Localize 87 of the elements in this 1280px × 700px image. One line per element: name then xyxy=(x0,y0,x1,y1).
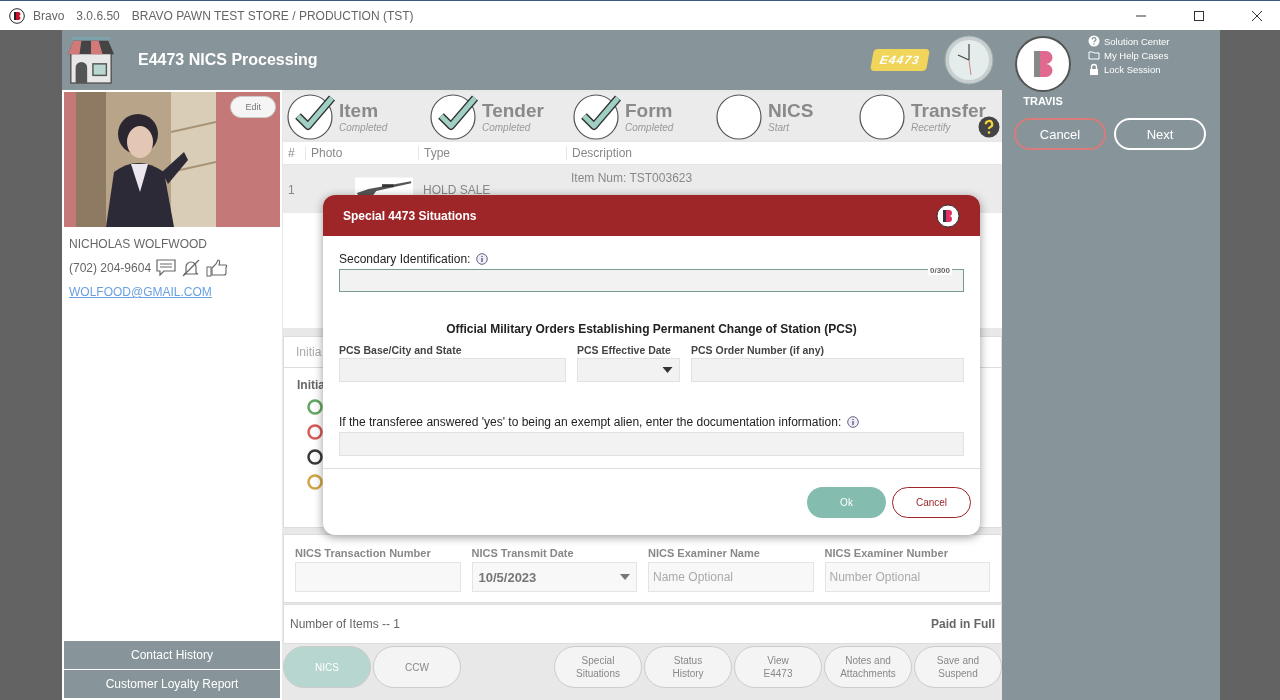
logo-icon xyxy=(936,203,960,228)
info-icon[interactable] xyxy=(476,253,489,265)
user-avatar-icon xyxy=(1014,35,1072,93)
column-header: # xyxy=(287,146,296,160)
mode-button[interactable]: NICS xyxy=(283,646,371,688)
chat-icon[interactable] xyxy=(156,259,177,277)
step-title: Transfer xyxy=(911,99,986,122)
app-name: Bravo xyxy=(33,8,65,23)
user-name: TRAVIS xyxy=(1023,95,1063,107)
field-label: NICS Examiner Number xyxy=(824,547,949,559)
clock-icon xyxy=(944,35,994,85)
table-cell-text: HOLD SALE xyxy=(422,182,492,197)
store-name: BRAVO PAWN TEST STORE / PRODUCTION (TST) xyxy=(131,8,414,23)
close-icon[interactable] xyxy=(1251,9,1263,22)
folder-icon xyxy=(1088,49,1100,61)
e4473-badge: E4473 xyxy=(870,49,930,71)
cancel-button[interactable]: Cancel xyxy=(892,486,971,518)
help-menu-link[interactable]: My Help Cases xyxy=(1088,49,1170,61)
column-header: Description xyxy=(566,146,1002,160)
ok-button[interactable]: Ok xyxy=(807,486,886,518)
step-status: Recertify xyxy=(911,121,952,133)
action-button[interactable]: Save and Suspend xyxy=(914,646,1002,688)
next-button[interactable]: Next xyxy=(1114,118,1206,150)
help-icon xyxy=(1088,35,1100,47)
field-label: PCS Base/City and State xyxy=(339,344,463,356)
input-field[interactable] xyxy=(339,358,566,382)
input-field[interactable] xyxy=(691,358,964,382)
radio-button[interactable] xyxy=(307,424,323,440)
help-icon[interactable] xyxy=(978,116,1000,138)
radio-button[interactable] xyxy=(307,399,323,415)
column-header: Photo xyxy=(305,146,418,160)
info-icon[interactable] xyxy=(847,416,860,428)
tab[interactable]: Initia xyxy=(284,337,322,359)
payment-status: Paid in Full xyxy=(931,617,995,631)
customer-email-link[interactable]: WOLFOOD@GMAIL.COM xyxy=(69,285,275,299)
app-version: 3.0.6.50 xyxy=(76,8,120,23)
customer-phone: (702) 204-9604 xyxy=(69,261,152,275)
maximize-icon[interactable] xyxy=(1193,9,1205,22)
field-label: NICS Examiner Name xyxy=(648,547,761,559)
step-title: Item xyxy=(339,99,380,122)
step-title: Tender xyxy=(482,99,544,122)
field-label: PCS Order Number (if any) xyxy=(691,344,826,356)
edit-button[interactable]: Edit xyxy=(230,96,276,118)
step-status: Completed xyxy=(339,121,388,133)
action-button[interactable]: Special Situations xyxy=(554,646,642,688)
bell-off-icon[interactable] xyxy=(181,259,202,277)
step-status: Completed xyxy=(625,121,674,133)
dropdown-caret-icon xyxy=(662,367,673,373)
item-count: Number of Items -- 1 xyxy=(290,617,401,631)
table-cell-text: Item Num: TST003623 xyxy=(570,171,694,185)
input-field[interactable]: Name Optional xyxy=(648,562,814,592)
help-menu-link[interactable]: Solution Center xyxy=(1088,35,1170,47)
action-button[interactable]: Status History xyxy=(644,646,732,688)
help-menu-link[interactable]: Lock Session xyxy=(1088,63,1170,75)
field-label: NICS Transmit Date xyxy=(471,547,575,559)
input-field[interactable] xyxy=(295,562,461,592)
step-title: Form xyxy=(625,99,674,122)
app-logo-icon xyxy=(9,7,25,24)
cancel-button[interactable]: Cancel xyxy=(1014,118,1106,150)
input-field[interactable]: Number Optional xyxy=(824,562,990,592)
storefront-icon xyxy=(66,35,116,85)
secondary-id-field[interactable] xyxy=(339,269,964,292)
mode-button[interactable]: CCW xyxy=(373,646,461,688)
character-counter: 0/300 xyxy=(927,266,952,275)
step-status: Start xyxy=(768,121,791,133)
customer-menu-button[interactable]: Customer Loyalty Report xyxy=(64,670,280,698)
action-button[interactable]: View E4473 xyxy=(734,646,822,688)
field-label: NICS Transaction Number xyxy=(295,547,432,559)
customer-name: NICHOLAS WOLFWOOD xyxy=(69,237,208,251)
dropdown-caret-icon xyxy=(620,574,630,580)
table-cell-text: 1 xyxy=(287,182,296,197)
field-label: Secondary Identification: xyxy=(339,252,471,266)
radio-button[interactable] xyxy=(307,474,323,490)
section-heading: Official Military Orders Establishing Permanent Change of Station (PCS) xyxy=(445,322,858,336)
action-button[interactable]: Notes and Attachments xyxy=(824,646,912,688)
step-title: NICS xyxy=(768,99,814,122)
input-field[interactable] xyxy=(339,432,964,456)
field-label: PCS Effective Date xyxy=(577,344,672,356)
thumbs-up-icon[interactable] xyxy=(206,259,229,277)
customer-menu-button[interactable]: Contact History xyxy=(64,641,280,669)
radio-button[interactable] xyxy=(307,449,323,465)
step-status: Completed xyxy=(482,121,532,133)
field-label: If the transferee answered 'yes' to being an exempt alien, enter the documentation information: xyxy=(339,415,842,429)
page-title: E4473 NICS Processing xyxy=(138,51,318,69)
column-header: Type xyxy=(418,146,566,160)
date-dropdown[interactable]: 10/5/2023 xyxy=(471,562,637,592)
lock-icon xyxy=(1088,63,1100,75)
